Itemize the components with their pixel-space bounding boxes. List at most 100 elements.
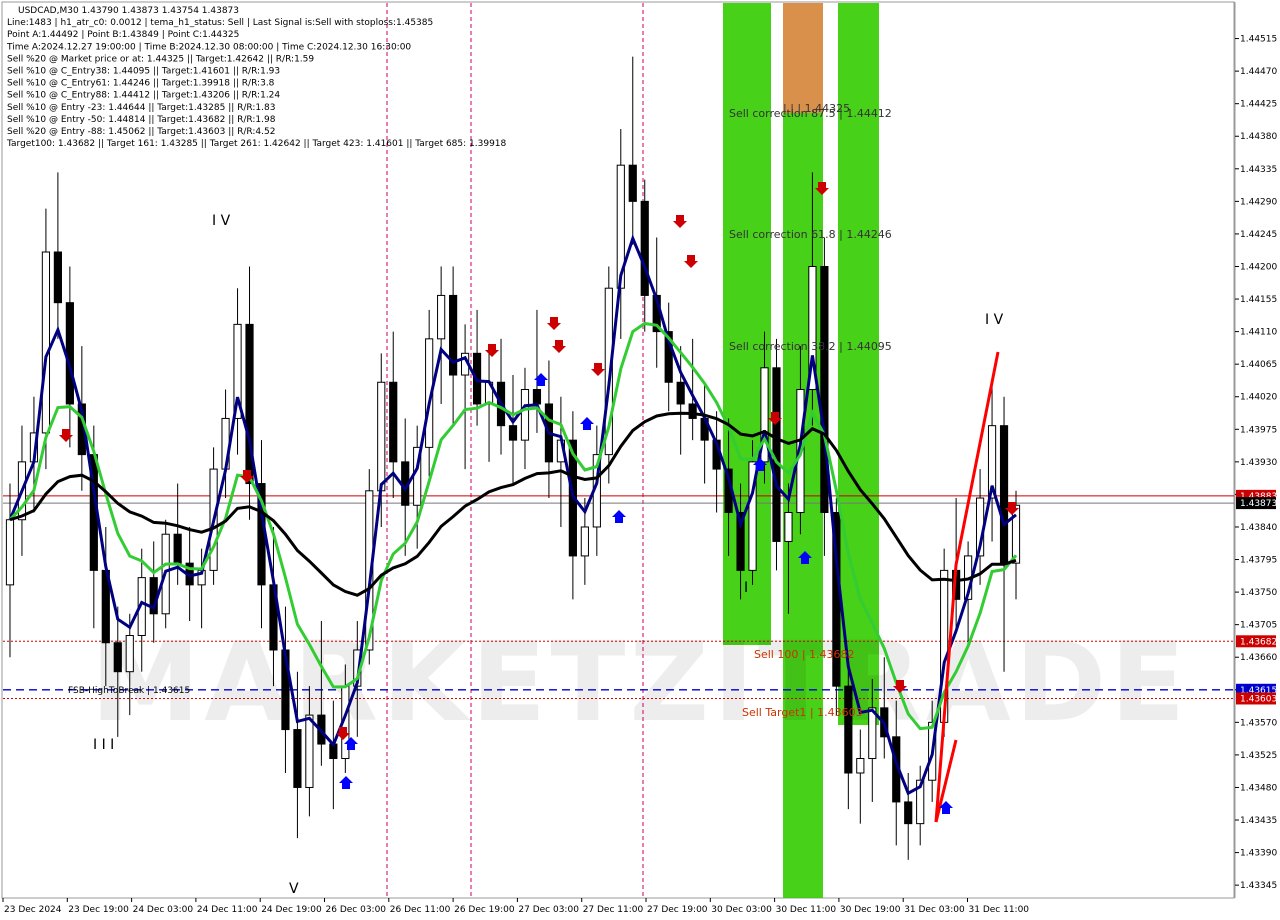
price-tick-label: 1.43930 (1240, 458, 1277, 468)
info-line: Target100: 1.43682 || Target 161: 1.4328… (6, 139, 507, 149)
candle-bull (125, 635, 134, 673)
candle-bear (628, 164, 637, 202)
price-tag-label: 1.43682 (1240, 637, 1277, 647)
wave-1-mid-label: I (744, 580, 748, 596)
price-tag-label: 1.43603 (1240, 694, 1277, 704)
time-tick-label: 31 Dec 11:00 (969, 905, 1030, 915)
chart-background (0, 0, 1280, 920)
time-tick-label: 27 Dec 19:00 (647, 905, 708, 915)
price-tick-label: 1.43840 (1240, 523, 1277, 533)
time-tick-label: 27 Dec 11:00 (583, 905, 644, 915)
time-tick-label: 26 Dec 03:00 (326, 905, 387, 915)
price-tick-label: 1.43795 (1240, 556, 1277, 566)
candle-bull (1011, 504, 1021, 564)
candle-bear (844, 685, 853, 774)
candle-bull (868, 707, 877, 760)
candle-bull (784, 512, 793, 542)
candle-bear (688, 403, 697, 419)
zone-green-1 (723, 3, 771, 645)
price-tick-label: 1.44380 (1240, 132, 1277, 142)
candle-bull (437, 294, 446, 340)
candle (748, 440, 757, 585)
price-tick-label: 1.43705 (1240, 621, 1277, 631)
svg-text:MARKETZITRADE: MARKETZITRADE (91, 618, 1190, 746)
candle-bear (293, 729, 302, 788)
price-tick-label: 1.43345 (1240, 881, 1277, 891)
candle-bear (904, 801, 913, 825)
info-line: Sell %10 @ Entry -50: 1.44814 || Target:… (7, 115, 276, 125)
price-tick-label: 1.43525 (1240, 751, 1277, 761)
wave-4-right-label: I V (985, 312, 1004, 328)
price-chart[interactable]: MARKETZITRADE Sell correction 87.5 | 1.4… (0, 0, 1280, 920)
info-line: Sell %10 @ C_Entry61: 1.44246 || Target:… (7, 79, 275, 89)
info-line: Sell %10 @ C_Entry38: 1.44095 || Target:… (7, 67, 280, 77)
sell-100-label: Sell 100 | 1.43682 (754, 648, 855, 661)
candle-bear (389, 381, 398, 463)
time-tick-label: 30 Dec 03:00 (711, 905, 772, 915)
candle-bear (53, 251, 62, 304)
price-tick-label: 1.43435 (1240, 816, 1277, 826)
sell-target1-label: Sell Target1 | 1.43603 (742, 706, 863, 719)
price-tick-label: 1.44425 (1240, 100, 1277, 110)
info-line: Time A:2024.12.27 19:00:00 | Time B:2024… (6, 42, 411, 52)
price-tick-label: 1.43480 (1240, 783, 1277, 793)
candle-bear (508, 425, 518, 441)
price-tick-label: 1.44155 (1240, 295, 1277, 305)
time-tick-label: 24 Dec 03:00 (133, 905, 194, 915)
candle-bear (173, 533, 182, 564)
price-tick-label: 1.43975 (1240, 425, 1277, 435)
candle-bull (856, 758, 865, 774)
candle-bear (999, 425, 1009, 564)
fsb-label: FSB-HighToBreak | 1.43615 (68, 686, 190, 696)
candle-bear (676, 381, 685, 405)
time-tick-label: 30 Dec 19:00 (840, 905, 901, 915)
time-tick-label: 23 Dec 19:00 (68, 905, 129, 915)
candle-bear (113, 642, 122, 673)
info-line: Sell %10 @ Entry -23: 1.44644 || Target:… (7, 103, 275, 113)
zone-orange (783, 3, 823, 113)
price-tick-label: 1.44470 (1240, 67, 1277, 77)
time-tick-label: 31 Dec 03:00 (904, 905, 965, 915)
sell-correction-38-label: Sell correction 38.2 | 1.44095 (729, 340, 892, 353)
time-tick-label: 23 Dec 2024 (4, 905, 62, 915)
time-tick-label: 26 Dec 11:00 (390, 905, 451, 915)
point-c-label: | | | 1.44325 (783, 102, 850, 115)
info-line: Sell %20 @ Entry -88: 1.45062 || Target:… (7, 127, 275, 137)
info-line: Line:1483 | h1_atr_c0: 0.0012 | tema_h1_… (7, 18, 433, 28)
price-tick-label: 1.43750 (1240, 588, 1277, 598)
time-tick-label: 30 Dec 11:00 (776, 905, 837, 915)
candle-bull (305, 714, 314, 788)
candle-bear (65, 302, 74, 405)
price-tick-label: 1.44245 (1240, 230, 1277, 240)
price-tick-label: 1.44200 (1240, 262, 1277, 272)
price-tick-label: 1.43390 (1240, 849, 1277, 859)
candle-bull (520, 388, 530, 441)
info-line: USDCAD,M30 1.43790 1.43873 1.43754 1.438… (18, 6, 239, 16)
time-tick-label: 27 Dec 03:00 (518, 905, 579, 915)
candle-bear (532, 388, 542, 405)
time-tick-label: 24 Dec 19:00 (261, 905, 322, 915)
price-tag-label: 1.43873 (1240, 499, 1277, 509)
watermark: MARKETZITRADE (91, 618, 1190, 746)
sell-correction-61-label: Sell correction 61.8 | 1.44246 (729, 228, 892, 241)
price-tick-label: 1.44335 (1240, 165, 1277, 175)
wave-3-left-label: I I I (93, 737, 114, 753)
wave-5-left-label: V (289, 881, 299, 897)
price-tick-label: 1.44065 (1240, 360, 1277, 370)
info-line: Point A:1.44492 | Point B:1.43849 | Poin… (7, 30, 239, 40)
candle-bull (580, 526, 589, 557)
price-tick-label: 1.44110 (1240, 328, 1277, 338)
info-line: Sell %10 @ C_Entry88: 1.44412 || Target:… (7, 91, 280, 101)
candle (820, 237, 829, 556)
time-tick-label: 24 Dec 11:00 (197, 905, 258, 915)
candle-bull (5, 519, 15, 586)
time-tick-label: 26 Dec 19:00 (454, 905, 515, 915)
price-tick-label: 1.44515 (1240, 35, 1277, 45)
wave-4-left-label: I V (212, 213, 231, 229)
price-tick-label: 1.43570 (1240, 718, 1277, 728)
candle-bull (377, 381, 386, 492)
info-line: Sell %20 @ Market price or at: 1.44325 |… (7, 54, 314, 64)
price-tick-label: 1.44290 (1240, 197, 1277, 207)
candle-bear (640, 200, 649, 296)
price-tick-label: 1.44020 (1240, 393, 1277, 403)
